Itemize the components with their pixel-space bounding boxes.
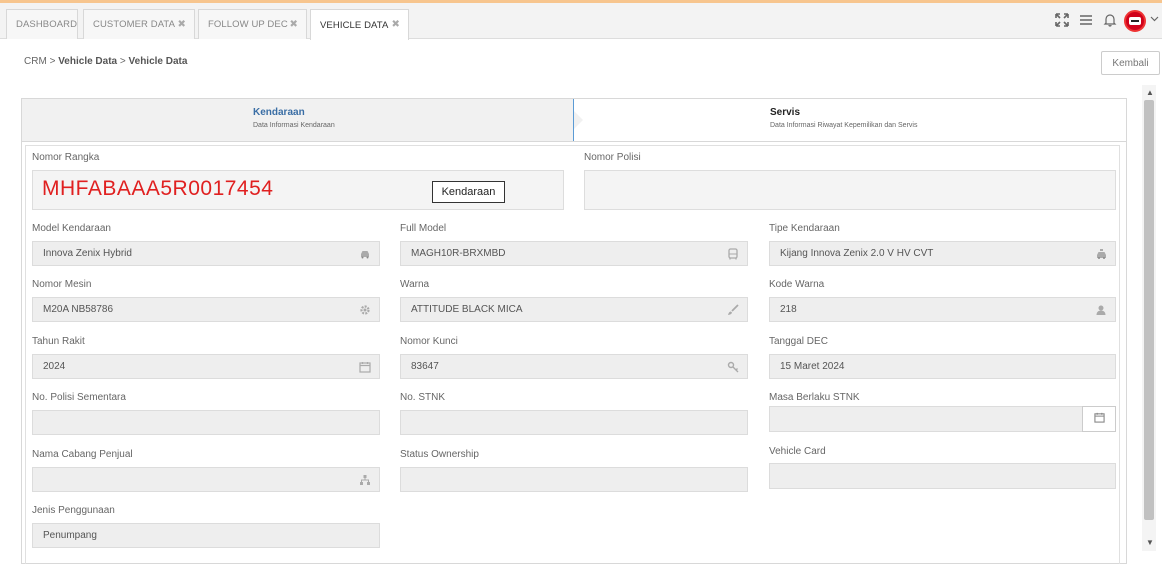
status-ownership-label: Status Ownership xyxy=(400,449,479,460)
step-title: Servis xyxy=(770,107,801,118)
tipe-kendaraan-field[interactable]: Kijang Innova Zenix 2.0 V HV CVT xyxy=(769,241,1116,266)
step-subtitle: Data Informasi Riwayat Kepemilikan dan S… xyxy=(770,122,918,129)
tipe-kendaraan-value: Kijang Innova Zenix 2.0 V HV CVT xyxy=(780,248,934,259)
bus-icon xyxy=(727,248,739,260)
wizard-steps: Kendaraan Data Informasi Kendaraan Servi… xyxy=(22,99,1126,142)
no-stnk-label: No. STNK xyxy=(400,392,446,403)
kode-warna-label: Kode Warna xyxy=(769,279,825,290)
breadcrumb-separator: > xyxy=(49,56,56,67)
close-icon[interactable]: ✖ xyxy=(392,19,400,30)
avatar[interactable] xyxy=(1124,10,1146,32)
vehicle-card-label: Vehicle Card xyxy=(769,446,826,457)
tab-label: FOLLOW UP DEC xyxy=(208,19,288,30)
full-model-value: MAGH10R-BRXMBD xyxy=(411,248,506,259)
nomor-kunci-field[interactable]: 83647 xyxy=(400,354,748,379)
warna-value: ATTITUDE BLACK MICA xyxy=(411,304,523,315)
warna-label: Warna xyxy=(400,279,430,290)
nomor-mesin-field[interactable]: M20A NB58786 xyxy=(32,297,380,322)
full-model-field[interactable]: MAGH10R-BRXMBD xyxy=(400,241,748,266)
expand-icon[interactable] xyxy=(1055,13,1069,30)
tanggal-dec-field[interactable]: 15 Maret 2024 xyxy=(769,354,1116,379)
no-stnk-field[interactable] xyxy=(400,410,748,435)
tipe-kendaraan-label: Tipe Kendaraan xyxy=(769,223,840,234)
step-servis[interactable]: Servis Data Informasi Riwayat Kepemilika… xyxy=(575,99,1126,141)
nomor-polisi-label: Nomor Polisi xyxy=(584,152,641,163)
status-ownership-field[interactable] xyxy=(400,467,748,492)
model-kendaraan-value: Innova Zenix Hybrid xyxy=(43,248,132,259)
breadcrumb-mid[interactable]: Vehicle Data xyxy=(58,56,117,67)
step-subtitle: Data Informasi Kendaraan xyxy=(253,122,335,129)
nama-cabang-penjual-field[interactable] xyxy=(32,467,380,492)
no-polisi-sementara-label: No. Polisi Sementara xyxy=(32,392,126,403)
model-kendaraan-label: Model Kendaraan xyxy=(32,223,111,234)
bell-icon[interactable] xyxy=(1103,13,1117,30)
nomor-kunci-label: Nomor Kunci xyxy=(400,336,458,347)
vehicle-card-panel: Kendaraan Data Informasi Kendaraan Servi… xyxy=(21,98,1127,564)
nomor-mesin-value: M20A NB58786 xyxy=(43,304,114,315)
kode-warna-value: 218 xyxy=(780,304,797,315)
tahun-rakit-value: 2024 xyxy=(43,361,66,372)
nomor-rangka-value: MHFABAAA5R0017454 xyxy=(42,177,274,200)
breadcrumb-root[interactable]: CRM xyxy=(24,56,47,67)
tab-follow-up-dec[interactable]: FOLLOW UP DEC ✖ xyxy=(198,9,307,39)
jenis-penggunaan-label: Jenis Penggunaan xyxy=(32,505,115,516)
jenis-penggunaan-value: Penumpang xyxy=(43,530,97,541)
breadcrumb-separator: > xyxy=(119,56,126,67)
back-button[interactable]: Kembali xyxy=(1101,51,1160,75)
close-icon[interactable]: ✖ xyxy=(290,19,298,30)
nomor-mesin-label: Nomor Mesin xyxy=(32,279,92,290)
close-icon[interactable]: ✖ xyxy=(178,19,186,30)
nomor-rangka-field: MHFABAAA5R0017454 Kendaraan xyxy=(32,170,564,210)
breadcrumb-current: Vehicle Data xyxy=(128,56,188,67)
tab-label: CUSTOMER DATA xyxy=(93,19,176,30)
gear-icon xyxy=(359,304,371,316)
nomor-kunci-value: 83647 xyxy=(411,361,439,372)
car-icon xyxy=(1129,17,1141,25)
scroll-up-icon[interactable]: ▲ xyxy=(1146,88,1154,97)
tab-customer-data[interactable]: CUSTOMER DATA ✖ xyxy=(83,9,195,39)
taxi-icon xyxy=(1095,248,1107,260)
masa-berlaku-stnk-label: Masa Berlaku STNK xyxy=(769,392,860,403)
scrollbar-thumb[interactable] xyxy=(1144,100,1154,520)
jenis-penggunaan-field[interactable]: Penumpang xyxy=(32,523,380,548)
tanggal-dec-value: 15 Maret 2024 xyxy=(780,361,845,372)
full-model-label: Full Model xyxy=(400,223,447,234)
tanggal-dec-label: Tanggal DEC xyxy=(769,336,828,347)
vehicle-card-field[interactable] xyxy=(769,463,1116,489)
calendar-icon xyxy=(359,361,371,373)
tab-label: VEHICLE DATA xyxy=(320,19,389,31)
tab-label: DASHBOARD xyxy=(16,19,78,30)
kendaraan-button[interactable]: Kendaraan xyxy=(432,181,505,203)
paintbrush-icon xyxy=(727,304,739,316)
tab-bar: DASHBOARD CUSTOMER DATA ✖ FOLLOW UP DEC … xyxy=(0,3,1162,40)
nama-cabang-penjual-label: Nama Cabang Penjual xyxy=(32,449,133,460)
date-picker-button[interactable] xyxy=(1082,406,1116,432)
breadcrumb: CRM > Vehicle Data > Vehicle Data xyxy=(24,56,187,67)
calendar-icon xyxy=(1093,412,1105,426)
key-icon xyxy=(727,361,739,373)
menu-icon[interactable] xyxy=(1079,13,1093,30)
tahun-rakit-field[interactable]: 2024 xyxy=(32,354,380,379)
user-icon xyxy=(1095,304,1107,316)
no-polisi-sementara-field[interactable] xyxy=(32,410,380,435)
tab-vehicle-data[interactable]: VEHICLE DATA ✖ xyxy=(310,9,409,40)
scroll-down-icon[interactable]: ▼ xyxy=(1146,538,1154,547)
step-kendaraan[interactable]: Kendaraan Data Informasi Kendaraan xyxy=(22,99,583,141)
tahun-rakit-label: Tahun Rakit xyxy=(32,336,85,347)
step-title: Kendaraan xyxy=(253,107,305,118)
sitemap-icon xyxy=(359,474,371,486)
car-icon xyxy=(359,248,371,260)
nomor-rangka-label: Nomor Rangka xyxy=(32,152,100,163)
chevron-down-icon[interactable] xyxy=(1150,14,1159,26)
warna-field[interactable]: ATTITUDE BLACK MICA xyxy=(400,297,748,322)
model-kendaraan-field[interactable]: Innova Zenix Hybrid xyxy=(32,241,380,266)
kode-warna-field[interactable]: 218 xyxy=(769,297,1116,322)
nomor-polisi-field[interactable] xyxy=(584,170,1116,210)
masa-berlaku-stnk-field[interactable] xyxy=(769,406,1083,432)
tab-dashboard[interactable]: DASHBOARD xyxy=(6,9,78,39)
